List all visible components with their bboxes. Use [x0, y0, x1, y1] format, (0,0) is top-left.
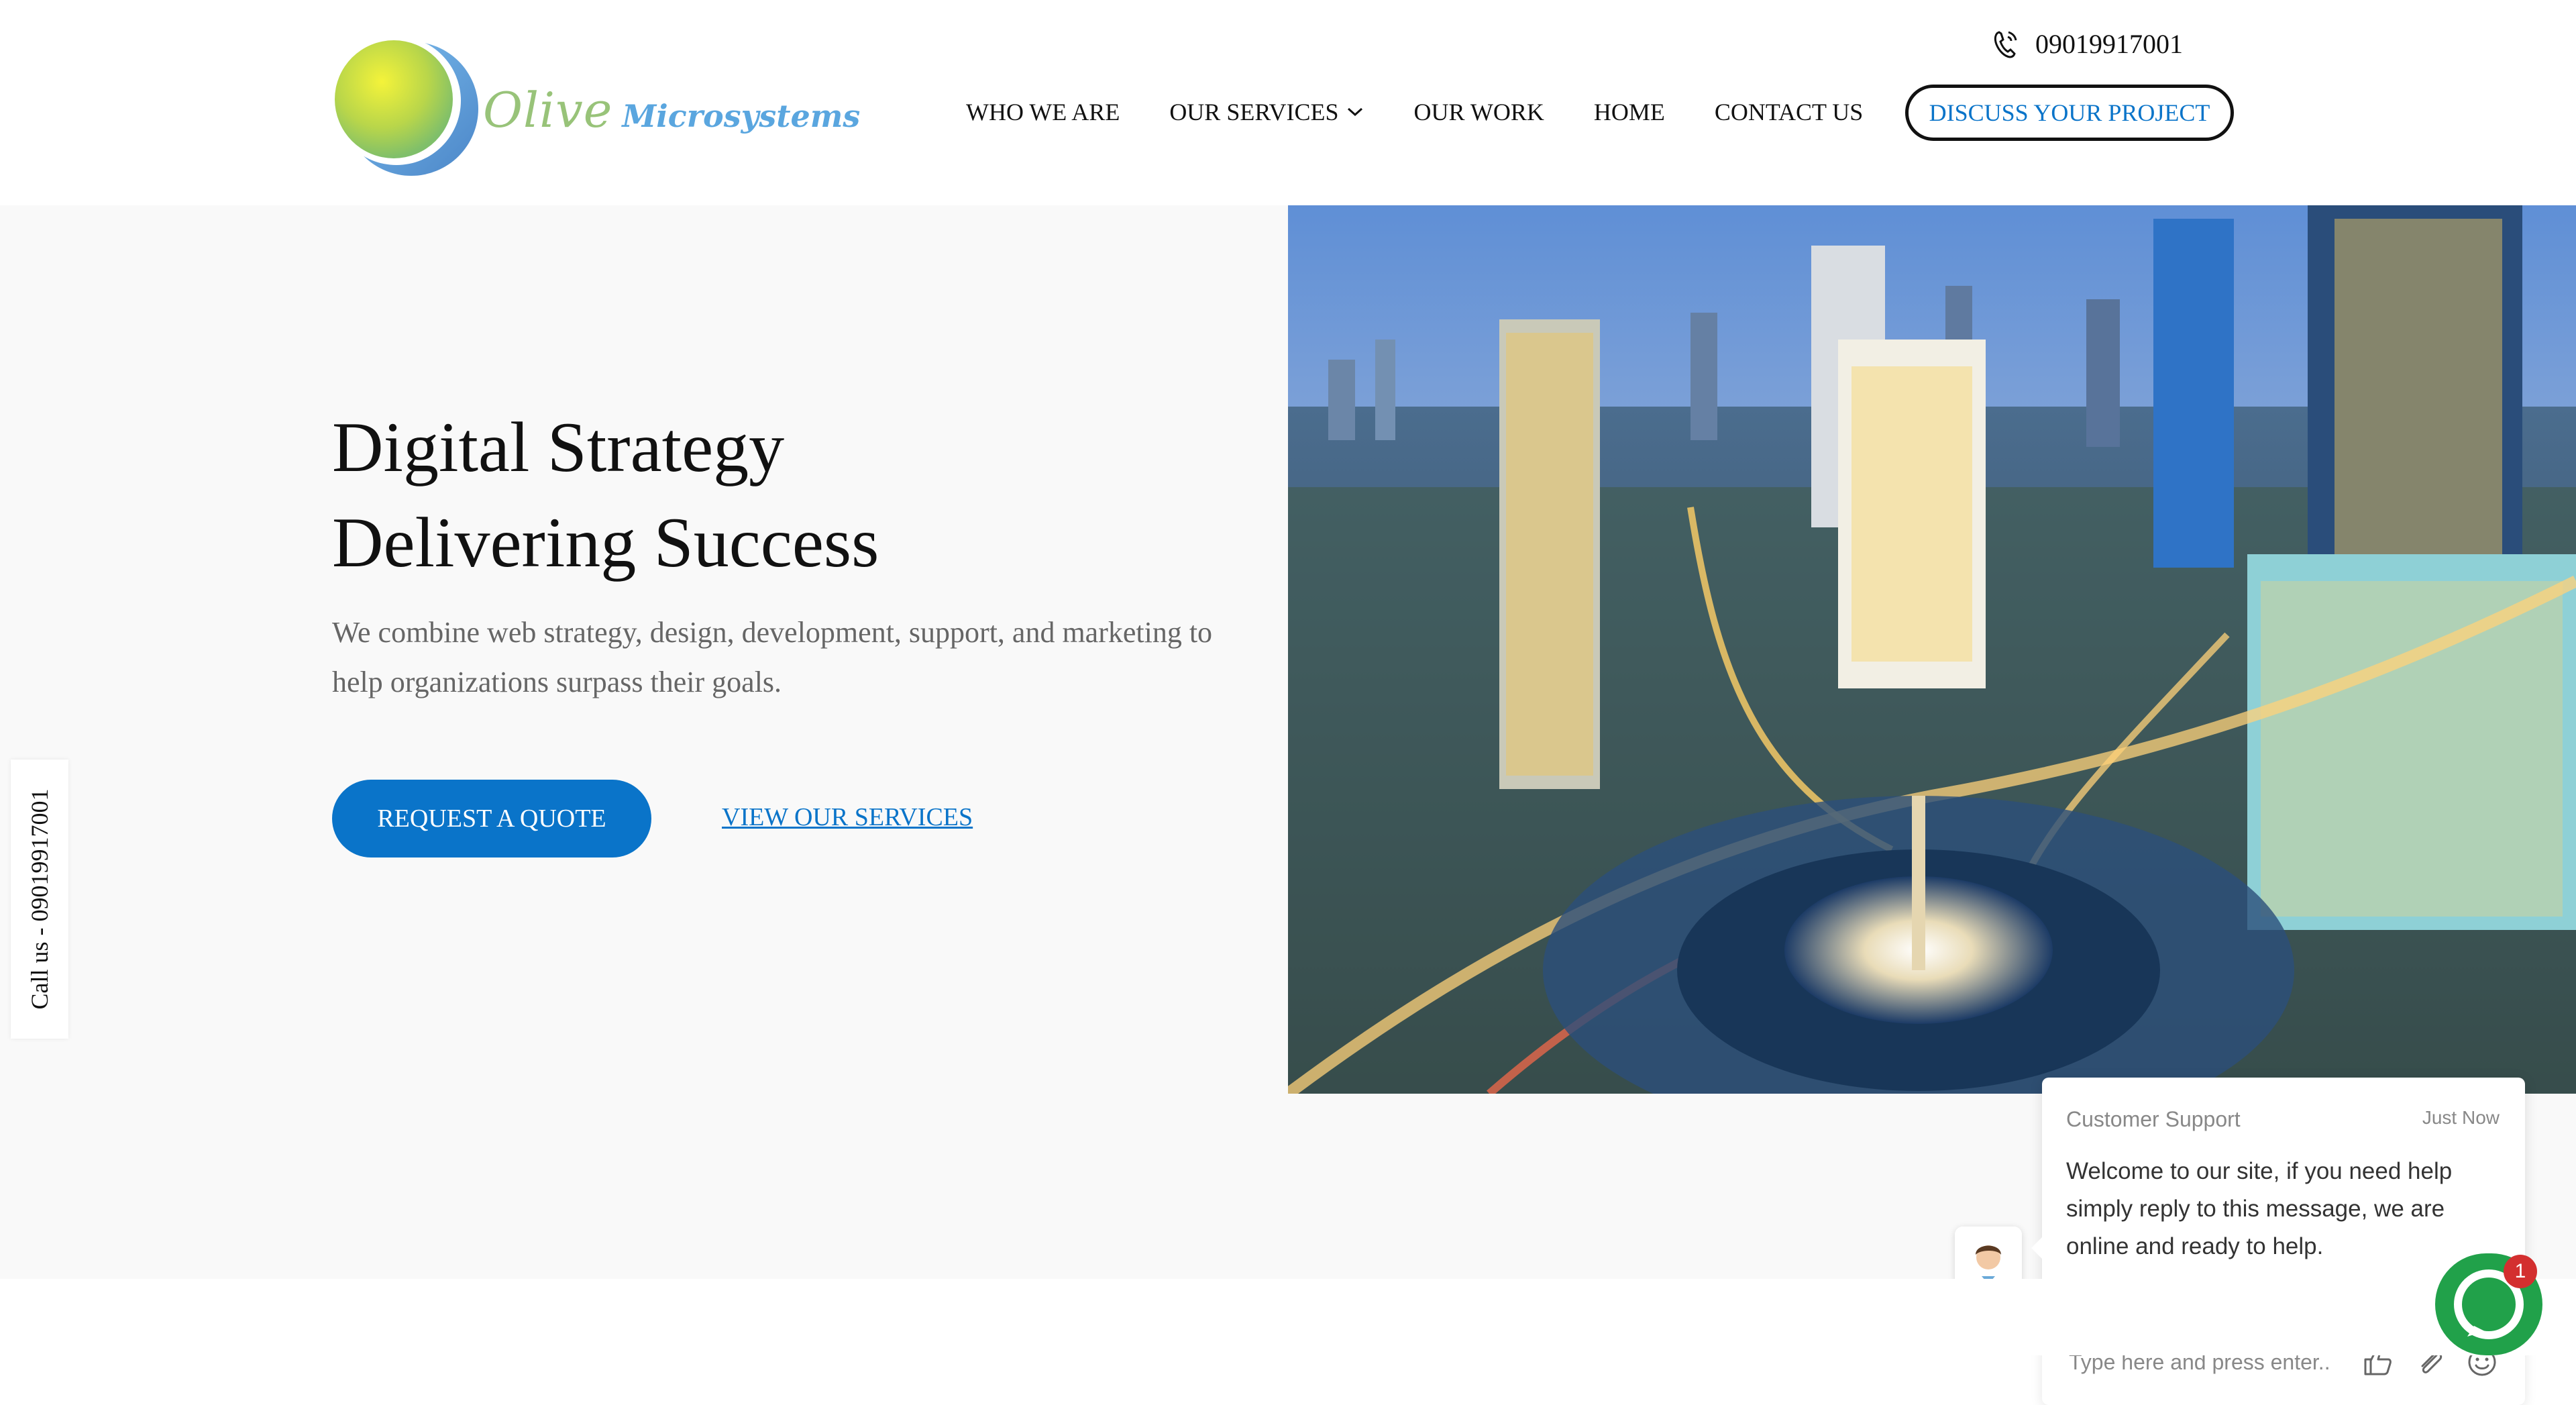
nav-our-services-label: OUR SERVICES — [1169, 99, 1339, 125]
hero-title: Digital Strategy Delivering Success — [332, 400, 879, 590]
hero-title-line2: Delivering Success — [332, 503, 879, 582]
call-us-side-tab[interactable]: Call us - 09019917001 — [11, 760, 68, 1039]
hero-section: Digital Strategy Delivering Success We c… — [0, 205, 2576, 1405]
nav-home[interactable]: HOME — [1594, 98, 1665, 126]
logo-globe-icon — [332, 36, 478, 176]
logo-wordmark: Olive Microsystems — [483, 82, 860, 138]
call-us-label: Call us - 09019917001 — [26, 788, 53, 1010]
brand-logo[interactable]: Olive Microsystems — [332, 34, 860, 178]
page-bottom-strip — [0, 1279, 2576, 1355]
chat-timestamp: Just Now — [2422, 1107, 2500, 1128]
nav-our-services[interactable]: OUR SERVICES — [1169, 98, 1364, 126]
phone-icon — [1994, 30, 2017, 58]
view-services-link[interactable]: VIEW OUR SERVICES — [722, 802, 973, 832]
unread-badge: 1 — [2504, 1255, 2537, 1288]
discuss-project-button[interactable]: DISCUSS YOUR PROJECT — [1905, 85, 2234, 141]
chat-bubble-tail — [2031, 1236, 2043, 1260]
city-skyline-image — [1288, 205, 2576, 1094]
chat-agent-name: Customer Support — [2066, 1107, 2241, 1131]
main-nav: WHO WE ARE OUR SERVICES OUR WORK HOME CO… — [966, 98, 1913, 126]
nav-who-we-are[interactable]: WHO WE ARE — [966, 98, 1120, 126]
header-phone[interactable]: 09019917001 — [1992, 28, 2183, 60]
logo-word-olive: Olive — [483, 82, 613, 138]
chevron-down-icon — [1348, 107, 1363, 117]
hero-title-line1: Digital Strategy — [332, 408, 785, 486]
logo-word-microsystems: Microsystems — [622, 98, 861, 134]
site-header: Olive Microsystems 09019917001 WHO WE ARE… — [0, 0, 2576, 205]
header-phone-number: 09019917001 — [2035, 29, 2183, 59]
nav-our-work[interactable]: OUR WORK — [1413, 98, 1544, 126]
nav-contact-us[interactable]: CONTACT US — [1715, 98, 1863, 126]
chat-message-text: Welcome to our site, if you need help si… — [2066, 1158, 2453, 1259]
request-quote-button[interactable]: REQUEST A QUOTE — [332, 780, 651, 857]
hero-description: We combine web strategy, design, develop… — [332, 616, 1213, 698]
